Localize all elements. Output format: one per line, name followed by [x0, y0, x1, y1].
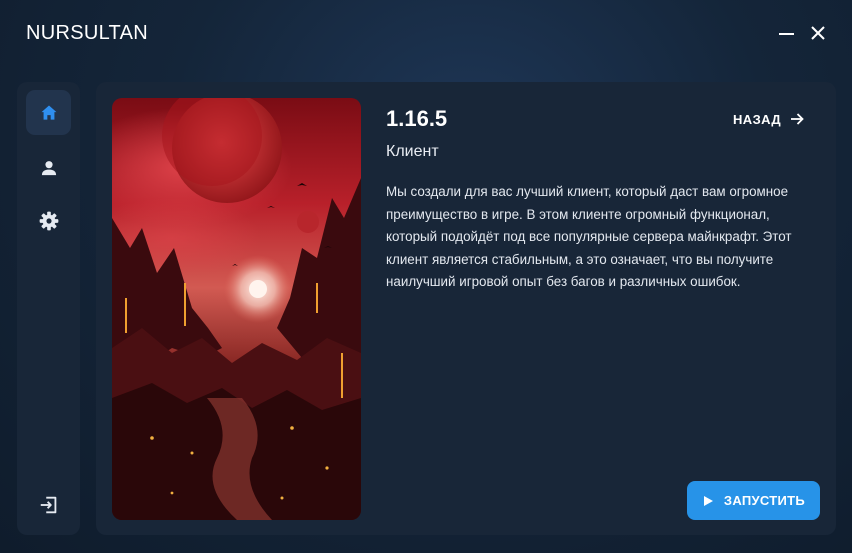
- title-bar[interactable]: NURSULTAN: [0, 0, 852, 68]
- client-artwork: [112, 98, 361, 520]
- client-description: Мы создали для вас лучший клиент, которы…: [386, 184, 792, 289]
- user-icon: [41, 160, 56, 175]
- launch-button[interactable]: ЗАПУСТИТЬ: [687, 481, 820, 520]
- client-card: 1.16.5 Клиент НАЗАД Мы создали для вас л…: [96, 82, 836, 535]
- sidebar: [17, 82, 80, 535]
- sidebar-item-profile[interactable]: [26, 145, 71, 190]
- client-artwork-image: [112, 98, 361, 520]
- back-button-label: НАЗАД: [733, 111, 782, 127]
- client-version: 1.16.5: [386, 106, 448, 131]
- arrow-right-icon: [791, 113, 804, 125]
- sidebar-item-home[interactable]: [26, 90, 71, 135]
- back-button[interactable]: НАЗАД: [733, 109, 805, 129]
- app-title: NURSULTAN: [26, 22, 148, 44]
- minimize-button[interactable]: [776, 22, 798, 44]
- close-icon: [811, 26, 825, 40]
- close-button[interactable]: [807, 22, 829, 44]
- sidebar-item-settings[interactable]: [26, 198, 71, 243]
- launch-button-label: ЗАПУСТИТЬ: [723, 493, 806, 508]
- launcher-window: NURSULTAN 1.16.5 Клиент НАЗАД Мы создали…: [0, 0, 852, 553]
- logout-button[interactable]: [26, 482, 71, 527]
- gear-icon: [39, 211, 58, 230]
- minimize-icon: [779, 33, 794, 35]
- play-icon: [703, 495, 713, 506]
- client-subtitle: Клиент: [386, 143, 439, 160]
- logout-icon: [40, 496, 56, 513]
- home-icon: [41, 105, 56, 120]
